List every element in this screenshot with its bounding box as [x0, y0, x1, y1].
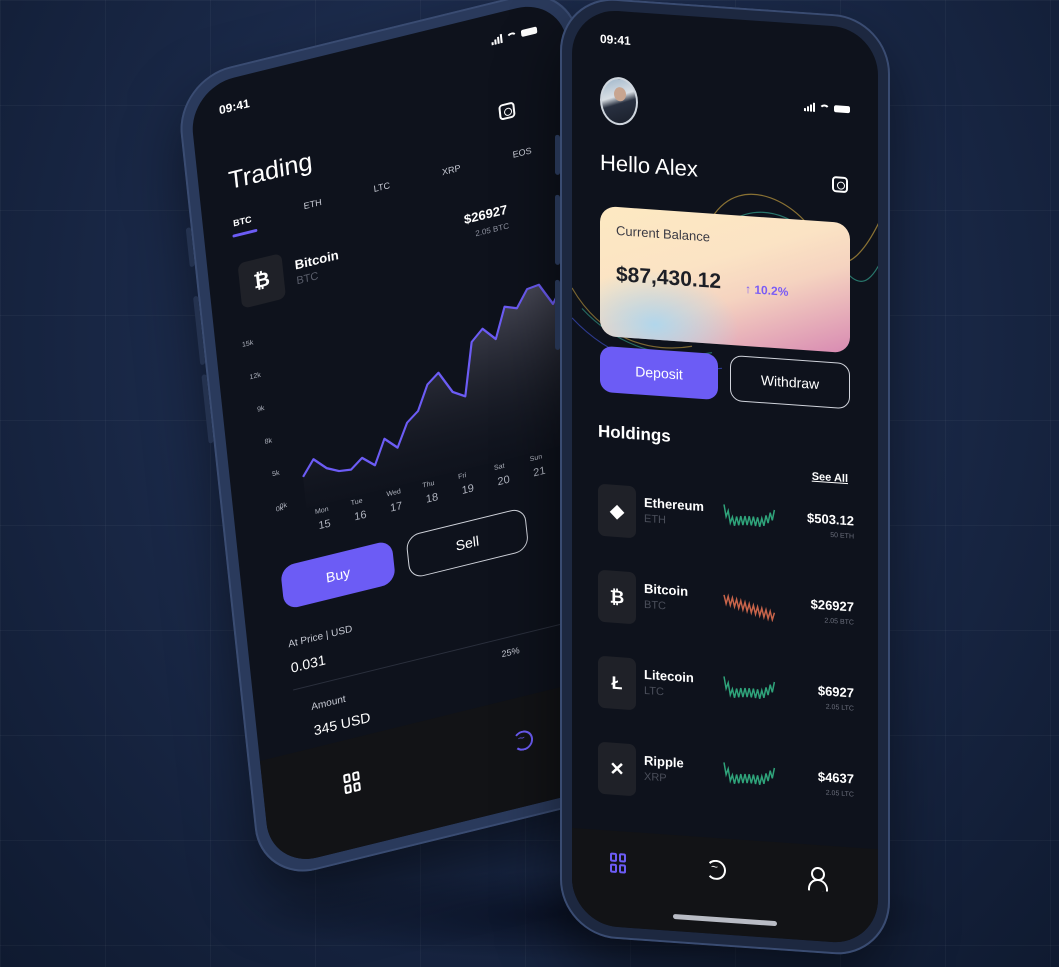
- sparkline: [723, 504, 776, 527]
- profile-icon[interactable]: [808, 866, 824, 889]
- balance-card[interactable]: Current Balance $87,430.12 ↑ 10.2%: [600, 205, 850, 354]
- mute-switch: [555, 134, 560, 175]
- x-day-number: 15: [318, 518, 331, 533]
- x-day-name: Thu: [422, 480, 435, 490]
- phone-home: 09:41 Hello Alex Current Balance $87,430…: [555, 0, 890, 959]
- tab-eos[interactable]: EOS: [512, 145, 532, 159]
- status-time: 09:41: [218, 96, 251, 118]
- holding-price: $26927: [810, 596, 854, 615]
- holding-amount: 2.05 LTC: [825, 789, 854, 799]
- coin-symbol: BTC: [295, 270, 320, 288]
- litecoin-icon: Ł: [598, 655, 636, 711]
- sparkline: [723, 762, 776, 785]
- holding-name: Ripple: [644, 752, 684, 771]
- holding-symbol: LTC: [644, 684, 664, 699]
- exchange-icon[interactable]: [706, 859, 726, 881]
- battery-icon: [520, 26, 538, 38]
- page-title: Trading: [227, 147, 314, 196]
- ripple-icon: ✕: [598, 741, 636, 797]
- y-tick-label: 5k: [272, 470, 281, 479]
- x-day-name: Sun: [530, 453, 543, 463]
- signal-icon: [491, 33, 503, 46]
- signal-icon: [804, 102, 815, 112]
- ethereum-icon: ◆: [598, 483, 636, 539]
- dashboard-icon[interactable]: [610, 852, 626, 874]
- x-day-name: Fri: [458, 472, 467, 481]
- coin-name: Bitcoin: [293, 247, 340, 273]
- holding-price: $6927: [817, 683, 854, 701]
- x-day-number: 20: [497, 474, 510, 489]
- holding-price: $503.12: [807, 510, 854, 529]
- exchange-icon[interactable]: [512, 728, 535, 753]
- holding-name: Litecoin: [644, 666, 694, 686]
- y-tick-label: 9k: [257, 405, 266, 414]
- withdraw-button[interactable]: Withdraw: [730, 354, 850, 410]
- holding-amount: 50 ETH: [830, 531, 854, 541]
- holding-symbol: ETH: [644, 512, 666, 527]
- status-time: 09:41: [600, 31, 631, 48]
- holding-ripple[interactable]: ✕ Ripple XRP $4637 2.05 LTC: [598, 741, 854, 816]
- x-day-name: Sat: [494, 463, 505, 472]
- balance-value: $87,430.12: [616, 262, 722, 294]
- x-day-number: 17: [390, 500, 403, 515]
- holding-name: Ethereum: [644, 494, 704, 515]
- gear-icon[interactable]: [498, 101, 516, 121]
- balance-label: Current Balance: [616, 222, 710, 245]
- deposit-button[interactable]: Deposit: [600, 345, 718, 401]
- wifi-icon: [505, 30, 518, 42]
- y-tick-label: 12k: [249, 372, 261, 382]
- holdings-title: Holdings: [598, 421, 671, 446]
- holding-amount: 2.05 BTC: [824, 617, 854, 627]
- status-icons: [804, 102, 850, 114]
- y-tick-label: 8k: [264, 437, 273, 446]
- x-day-name: Mon: [315, 506, 329, 516]
- tab-xrp[interactable]: XRP: [442, 163, 461, 177]
- x-day-number: 21: [533, 465, 546, 480]
- tab-ltc[interactable]: LTC: [373, 180, 390, 194]
- holding-price: $4637: [817, 769, 854, 787]
- tab-eth[interactable]: ETH: [303, 197, 322, 211]
- holding-symbol: BTC: [644, 598, 666, 613]
- y-tick-label: 15k: [242, 339, 254, 349]
- wifi-icon: [819, 103, 830, 113]
- avatar[interactable]: [600, 75, 638, 127]
- volume-down-button: [555, 279, 560, 350]
- sparkline: [723, 593, 776, 623]
- bitcoin-icon: ₿: [598, 569, 636, 625]
- status-icons: [491, 25, 538, 46]
- volume-up-button: [555, 194, 560, 265]
- status-bar: 09:41: [600, 31, 850, 114]
- see-all-link[interactable]: See All: [812, 471, 848, 486]
- y-axis-ticks: 15k12k9k8k5k0k: [242, 339, 288, 510]
- holding-symbol: XRP: [644, 770, 667, 785]
- sparkline: [723, 676, 776, 699]
- dashboard-icon[interactable]: [343, 770, 362, 795]
- holding-name: Bitcoin: [644, 580, 689, 599]
- holding-litecoin[interactable]: Ł Litecoin LTC $6927 2.05 LTC: [598, 655, 854, 730]
- balance-change: ↑ 10.2%: [745, 281, 789, 299]
- bottom-nav: [572, 827, 878, 946]
- home-indicator: [673, 913, 777, 927]
- home-screen: 09:41 Hello Alex Current Balance $87,430…: [572, 7, 878, 946]
- x-day-name: Tue: [350, 498, 363, 508]
- coin-amount: 2.05 BTC: [474, 221, 510, 239]
- bitcoin-icon: ₿: [237, 252, 287, 309]
- holding-ethereum[interactable]: ◆ Ethereum ETH $503.12 50 ETH: [598, 483, 854, 558]
- x-day-number: 18: [425, 491, 438, 506]
- holding-amount: 2.05 LTC: [825, 703, 854, 713]
- holding-bitcoin[interactable]: ₿ Bitcoin BTC $26927 2.05 BTC: [598, 569, 854, 644]
- battery-icon: [834, 105, 850, 114]
- y-tick-zero: 0k: [276, 505, 285, 514]
- x-day-name: Wed: [386, 488, 401, 498]
- x-day-number: 19: [461, 482, 474, 497]
- x-day-number: 16: [354, 509, 367, 524]
- tab-btc[interactable]: BTC: [233, 214, 252, 228]
